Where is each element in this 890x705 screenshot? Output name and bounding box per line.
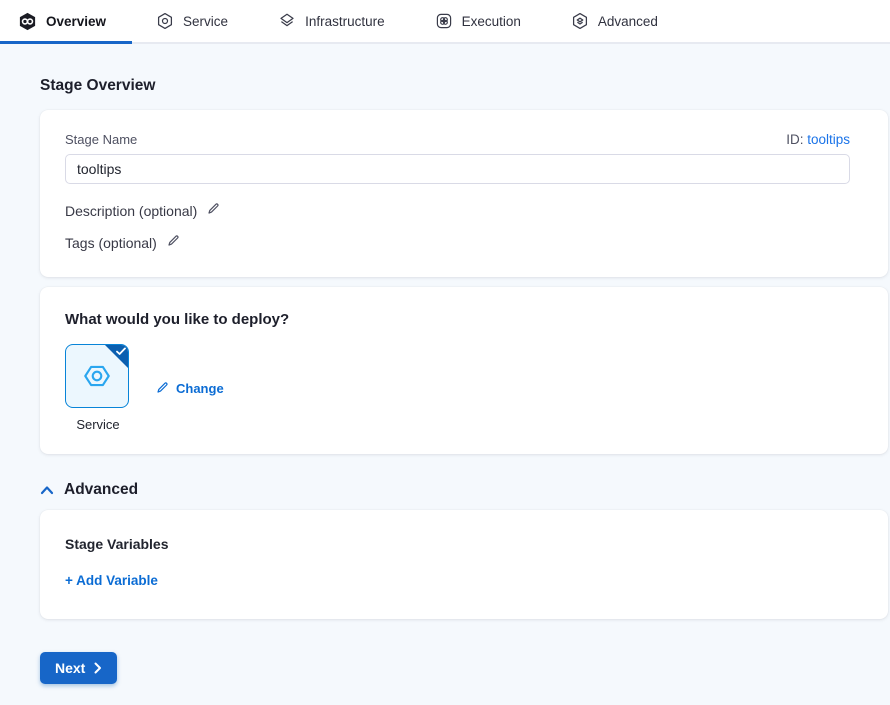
tab-advanced[interactable]: Advanced — [571, 12, 658, 30]
tab-advanced-label: Advanced — [598, 14, 658, 29]
next-button[interactable]: Next — [40, 652, 117, 684]
stage-id-value-link[interactable]: tooltips — [807, 132, 850, 147]
tab-execution-label: Execution — [462, 14, 521, 29]
tab-service-label: Service — [183, 14, 228, 29]
service-icon — [156, 12, 174, 30]
pencil-icon — [155, 381, 169, 395]
deploy-question: What would you like to deploy? — [65, 311, 863, 328]
edit-description-pencil-icon[interactable] — [206, 202, 220, 219]
stage-variables-title: Stage Variables — [65, 536, 863, 552]
stage-overview-panel: Stage Overview Stage Name ID: tooltips D… — [0, 44, 890, 684]
advanced-section-title: Advanced — [64, 481, 138, 499]
advanced-section-toggle[interactable]: Advanced — [40, 481, 890, 499]
deploy-type-card: What would you like to deploy? Service — [40, 287, 888, 454]
chevron-right-icon — [94, 662, 102, 674]
stage-name-input[interactable] — [65, 154, 850, 184]
stage-id: ID: tooltips — [786, 132, 850, 147]
tab-overview-label: Overview — [46, 14, 106, 29]
tab-infrastructure[interactable]: Infrastructure — [278, 12, 385, 30]
infrastructure-icon — [278, 12, 296, 30]
tags-label: Tags (optional) — [65, 235, 157, 251]
advanced-icon — [571, 12, 589, 30]
stage-name-label: Stage Name — [65, 132, 137, 147]
tab-overview[interactable]: Overview — [18, 12, 106, 31]
pipeline-stage-icon — [18, 12, 37, 31]
tab-execution[interactable]: Execution — [435, 12, 521, 30]
service-hexagon-icon — [81, 360, 113, 392]
add-variable-link[interactable]: + Add Variable — [65, 573, 158, 588]
active-tab-indicator — [0, 41, 132, 44]
stage-details-card: Stage Name ID: tooltips Description (opt… — [40, 110, 888, 277]
tab-service[interactable]: Service — [156, 12, 228, 30]
deploy-type-caption: Service — [65, 417, 131, 432]
change-link-label: Change — [176, 381, 224, 396]
description-label: Description (optional) — [65, 203, 197, 219]
deploy-type-tile-service[interactable] — [65, 344, 129, 408]
stage-tabbar: Overview Service Infrastructure — [0, 0, 890, 44]
stage-variables-card: Stage Variables + Add Variable — [40, 510, 888, 619]
stage-id-label: ID: — [786, 132, 803, 147]
execution-icon — [435, 12, 453, 30]
next-button-label: Next — [55, 660, 85, 676]
change-deploy-type-link[interactable]: Change — [155, 381, 224, 396]
edit-tags-pencil-icon[interactable] — [166, 234, 180, 251]
tab-infrastructure-label: Infrastructure — [305, 14, 385, 29]
page-title: Stage Overview — [40, 77, 890, 95]
check-icon — [116, 347, 126, 356]
chevron-up-icon — [40, 485, 54, 495]
